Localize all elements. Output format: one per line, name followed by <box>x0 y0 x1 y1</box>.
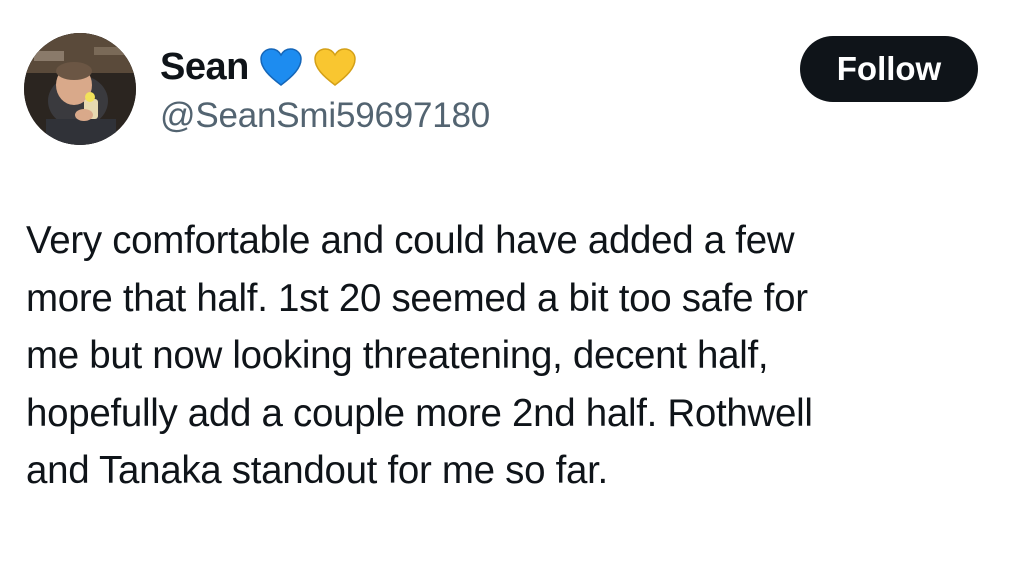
tweet-text: Very comfortable and could have added a … <box>26 212 986 500</box>
tweet-text-line: more that half. 1st 20 seemed a bit too … <box>26 276 808 320</box>
follow-button[interactable]: Follow <box>800 36 978 102</box>
name-row: Sean <box>160 44 357 90</box>
avatar-photo <box>24 33 136 145</box>
blue-heart-icon <box>260 48 302 86</box>
avatar[interactable] <box>24 33 136 145</box>
tweet-text-line: me but now looking threatening, decent h… <box>26 334 769 377</box>
tweet-text-line: Very comfortable and could have added a … <box>26 219 795 262</box>
user-handle[interactable]: @SeanSmi59697180 <box>160 94 490 138</box>
display-name[interactable]: Sean <box>160 44 249 90</box>
tweet-header: Sean @SeanSmi59697180 Follow <box>0 0 1024 170</box>
tweet-text-line: and Tanaka standout for me so far. <box>26 449 608 492</box>
tweet-text-line: hopefully add a couple more 2nd half. Ro… <box>26 391 813 435</box>
yellow-heart-icon <box>314 48 356 86</box>
